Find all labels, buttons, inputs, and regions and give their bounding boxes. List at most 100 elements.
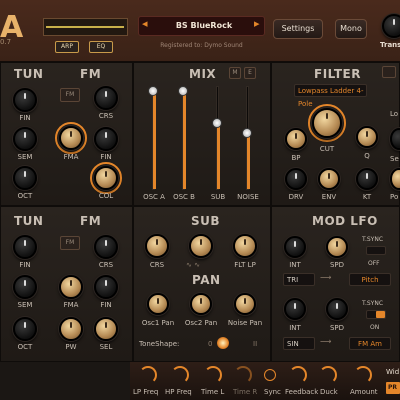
mono-button[interactable]: Mono bbox=[335, 19, 367, 39]
pr-button[interactable]: PR bbox=[386, 382, 400, 394]
osc2-oct-knob[interactable] bbox=[13, 317, 37, 341]
osc2-fm-switch[interactable]: FM bbox=[60, 236, 80, 250]
bp-knob[interactable] bbox=[285, 128, 307, 150]
eq-button[interactable]: EQ bbox=[89, 41, 113, 53]
osc1-sem-knob[interactable] bbox=[13, 127, 37, 151]
lo-label: Lo bbox=[390, 110, 399, 118]
osc2-sem-knob[interactable] bbox=[13, 275, 37, 299]
lfo2-spd-label: SPD bbox=[329, 324, 345, 332]
time-r-knob[interactable] bbox=[234, 366, 252, 384]
filter-type-select[interactable]: Lowpass Ladder 4-Pole bbox=[294, 84, 367, 108]
noise-pan-knob[interactable] bbox=[234, 293, 256, 315]
display-bar bbox=[46, 26, 124, 28]
osc2-sel-knob[interactable] bbox=[94, 317, 118, 341]
sync-clock-icon[interactable] bbox=[264, 369, 276, 381]
sub-fill bbox=[217, 124, 220, 189]
osc2-fin-knob[interactable] bbox=[13, 235, 37, 259]
osc1-crs-knob[interactable] bbox=[94, 86, 118, 110]
sub-title: SUB bbox=[191, 214, 221, 228]
lp-freq-label: LP Freq bbox=[133, 388, 159, 396]
lfo1-target-select[interactable]: Pitch bbox=[349, 273, 391, 286]
modlfo-title: MOD LFO bbox=[312, 214, 378, 228]
osc-b-fill bbox=[183, 92, 186, 189]
prev-preset-icon[interactable]: ◂ bbox=[142, 17, 148, 30]
osc2-sel-label: SEL bbox=[99, 343, 113, 351]
osc2-pan-knob[interactable] bbox=[190, 293, 212, 315]
osc2-fin-label: FIN bbox=[19, 261, 31, 269]
osc2-sem-label: SEM bbox=[17, 301, 33, 309]
sub-crs-knob[interactable] bbox=[145, 234, 169, 258]
lfo2-arrow-icon: ⟶ bbox=[320, 337, 332, 346]
next-preset-icon[interactable]: ▸ bbox=[254, 17, 260, 30]
osc1-pan-label: Osc1 Pan bbox=[141, 319, 175, 327]
osc-a-fill bbox=[153, 92, 156, 189]
lfo2-on-label: ON bbox=[370, 324, 380, 331]
filter-corner-button[interactable] bbox=[382, 66, 396, 78]
lfo2-tsync-knob bbox=[376, 311, 385, 318]
bp-label: BP bbox=[291, 154, 301, 162]
osc1-fin2-knob[interactable] bbox=[94, 127, 118, 151]
osc2-fin2-label: FIN bbox=[100, 301, 112, 309]
lfo1-shape-select[interactable]: TRI bbox=[283, 273, 315, 286]
osc2-pw-label: PW bbox=[65, 343, 77, 351]
noise-handle[interactable] bbox=[242, 128, 252, 138]
wid-label: Wid bbox=[386, 368, 400, 376]
mix-e-button[interactable]: E bbox=[244, 67, 256, 79]
cut-knob[interactable] bbox=[312, 108, 342, 138]
version: 0.7 bbox=[0, 38, 12, 46]
transpose-knob[interactable] bbox=[382, 14, 400, 38]
osc2-crs-knob[interactable] bbox=[94, 235, 118, 259]
osc1-col-knob[interactable] bbox=[94, 166, 118, 190]
osc2-fma-knob[interactable] bbox=[59, 275, 83, 299]
osc1-fin2-label: FIN bbox=[100, 153, 112, 161]
lfo1-spd-knob[interactable] bbox=[326, 236, 348, 258]
sync-label: Sync bbox=[264, 388, 281, 396]
lfo2-spd-knob[interactable] bbox=[326, 298, 348, 320]
osc1-pan-knob[interactable] bbox=[147, 293, 169, 315]
osc-a-handle[interactable] bbox=[148, 86, 158, 96]
toneshape-active-icon[interactable] bbox=[217, 337, 229, 349]
osc1-fin-knob[interactable] bbox=[13, 88, 37, 112]
sub-wave-icon: ∿ ∿ bbox=[186, 261, 200, 269]
amount-knob[interactable] bbox=[354, 366, 372, 384]
feedback-label: Feedback bbox=[285, 388, 319, 396]
arp-button[interactable]: ARP bbox=[55, 41, 79, 53]
sub-flt-knob[interactable] bbox=[233, 234, 257, 258]
osc2-oct-label: OCT bbox=[17, 343, 33, 351]
sub-fin-knob[interactable] bbox=[189, 234, 213, 258]
lfo1-int-knob[interactable] bbox=[284, 236, 306, 258]
feedback-knob[interactable] bbox=[289, 366, 307, 384]
osc1-col-label: COL bbox=[98, 192, 114, 200]
lfo2-shape-select[interactable]: SIN bbox=[283, 337, 315, 350]
q-knob[interactable] bbox=[356, 126, 378, 148]
noise-fill bbox=[247, 134, 250, 189]
mix-m-button[interactable]: M bbox=[229, 67, 241, 79]
osc2-crs-label: CRS bbox=[98, 261, 114, 269]
toneshape-2[interactable]: II bbox=[253, 340, 257, 348]
osc1-fm-switch[interactable]: FM bbox=[60, 88, 80, 102]
lfo1-int-label: INT bbox=[289, 261, 301, 269]
time-l-knob[interactable] bbox=[204, 366, 222, 384]
env-knob[interactable] bbox=[318, 168, 340, 190]
lfo1-tsync-toggle[interactable] bbox=[366, 246, 386, 255]
osc2-pw-knob[interactable] bbox=[59, 317, 83, 341]
kt-knob[interactable] bbox=[356, 168, 378, 190]
osc-b-handle[interactable] bbox=[178, 86, 188, 96]
lfo2-int-knob[interactable] bbox=[284, 298, 306, 320]
duck-label: Duck bbox=[320, 388, 338, 396]
sub-flt-label: FLT LP bbox=[234, 261, 256, 269]
drv-knob[interactable] bbox=[285, 168, 307, 190]
osc1-oct-knob[interactable] bbox=[13, 166, 37, 190]
lp-freq-knob[interactable] bbox=[139, 366, 157, 384]
osc1-fma-knob[interactable] bbox=[59, 126, 83, 150]
toneshape-0[interactable]: 0 bbox=[208, 340, 212, 348]
hp-freq-knob[interactable] bbox=[171, 366, 189, 384]
mix-title: MIX bbox=[189, 67, 217, 81]
lfo1-spd-label: SPD bbox=[329, 261, 345, 269]
duck-knob[interactable] bbox=[319, 366, 337, 384]
lfo2-target-select[interactable]: FM Am bbox=[349, 337, 391, 350]
osc2-fin2-knob[interactable] bbox=[94, 275, 118, 299]
osc2-fma-label: FMA bbox=[63, 301, 79, 309]
sub-handle[interactable] bbox=[212, 118, 222, 128]
settings-button[interactable]: Settings bbox=[273, 19, 323, 39]
